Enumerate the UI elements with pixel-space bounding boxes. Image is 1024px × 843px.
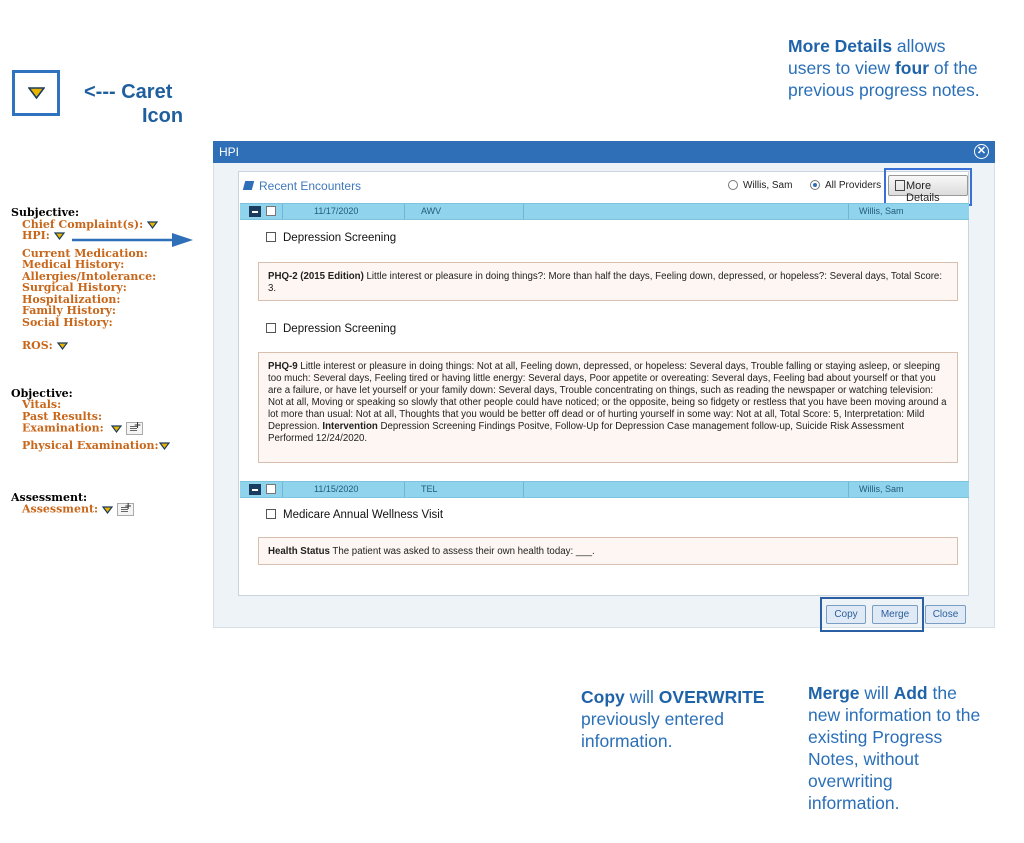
note-title: Medicare Annual Wellness Visit — [283, 509, 444, 521]
copy-callout-text2: previously entered information. — [581, 709, 724, 751]
row-divider — [282, 204, 283, 219]
sidebar-item-physical-examination[interactable]: Physical Examination: — [11, 440, 201, 452]
radio-all-label: All Providers — [825, 180, 882, 191]
ros-label: ROS: — [22, 339, 53, 352]
assessment-heading: Assessment: — [11, 490, 88, 504]
row-divider — [848, 482, 849, 497]
note-label: PHQ-2 (2015 Edition) — [268, 271, 364, 282]
encounter-checkbox[interactable] — [266, 206, 276, 216]
assessment-label: Assessment: — [22, 502, 99, 516]
encounter-checkbox[interactable] — [266, 484, 276, 494]
sidebar-item-examination[interactable]: Examination: — [11, 421, 201, 435]
collapse-icon[interactable] — [249, 484, 261, 495]
note-title: Depression Screening — [283, 232, 397, 244]
radio-button[interactable] — [728, 180, 738, 190]
copy-callout: Copy will OVERWRITE previously entered i… — [581, 686, 781, 752]
note-content-phq2: PHQ-2 (2015 Edition) Little interest or … — [258, 262, 958, 301]
caret-down-icon[interactable] — [111, 424, 123, 433]
sidebar-item-vitals[interactable]: Vitals: — [11, 399, 201, 411]
section-marker-icon — [242, 181, 255, 190]
more-details-button[interactable]: More Details — [888, 175, 968, 204]
caret-down-icon[interactable] — [158, 442, 170, 450]
checkbox[interactable] — [266, 323, 276, 333]
more-details-callout-strong2: four — [894, 58, 930, 78]
more-details-callout: More Details allows users to view four o… — [788, 35, 988, 101]
note-title: Depression Screening — [283, 323, 397, 335]
note-checkbox-depression-2[interactable]: Depression Screening — [266, 323, 396, 335]
sidebar-item-family-history[interactable]: Family History: — [11, 305, 201, 317]
hpi-label: HPI: — [22, 229, 50, 242]
sidebar-item-social-history[interactable]: Social History: — [11, 316, 201, 329]
note-checkbox-wellness[interactable]: Medicare Annual Wellness Visit — [266, 509, 443, 521]
caret-down-icon[interactable] — [101, 505, 113, 514]
row-divider — [282, 482, 283, 497]
close-icon[interactable]: ✕ — [974, 144, 989, 159]
checkbox[interactable] — [266, 232, 276, 242]
sidebar-item-ros[interactable]: ROS: — [11, 340, 201, 352]
caret-icon-example — [12, 70, 60, 116]
row-divider — [523, 204, 524, 219]
merge-callout-text1: will — [859, 683, 894, 703]
note-content-health-status: Health Status The patient was asked to a… — [258, 537, 958, 565]
caret-down-icon[interactable] — [56, 342, 68, 350]
note-content-phq9: PHQ-9 Little interest or pleasure in doi… — [258, 352, 958, 463]
encounter-row[interactable]: 11/17/2020 AWV Willis, Sam — [240, 203, 969, 220]
sidebar: Subjective: Chief Complaint(s): HPI: Cur… — [11, 207, 201, 516]
merge-callout-strong2: Add — [893, 683, 928, 703]
examination-label: Examination: — [22, 421, 104, 435]
merge-callout: Merge will Add the new information to th… — [808, 682, 984, 814]
close-button[interactable]: Close — [925, 605, 966, 624]
copy-callout-text1: will — [624, 687, 659, 707]
sidebar-item-medical-history[interactable]: Medical History: — [11, 259, 201, 271]
radio-willis[interactable]: Willis, Sam — [728, 180, 792, 191]
encounter-type: AWV — [421, 206, 442, 216]
encounter-provider: Willis, Sam — [859, 484, 904, 494]
checkbox[interactable] — [266, 509, 276, 519]
arrow-right-icon — [72, 233, 193, 247]
note-text: The patient was asked to assess their ow… — [329, 546, 595, 557]
sidebar-item-past-results[interactable]: Past Results: — [11, 410, 201, 423]
copy-callout-strong2: OVERWRITE — [658, 687, 765, 707]
note-label-2: Intervention — [322, 421, 378, 432]
notes-add-icon[interactable] — [116, 502, 134, 516]
row-divider — [404, 482, 405, 497]
recent-encounters-label: Recent Encounters — [259, 179, 362, 193]
radio-all-providers[interactable]: All Providers — [810, 180, 881, 191]
encounter-date: 11/17/2020 — [314, 206, 359, 216]
encounter-type: TEL — [421, 484, 438, 494]
caret-callout: <--- Caret Icon — [84, 80, 194, 128]
collapse-icon[interactable] — [249, 206, 261, 217]
note-checkbox-depression-1[interactable]: Depression Screening — [266, 232, 396, 244]
encounter-provider: Willis, Sam — [859, 206, 904, 216]
radio-willis-label: Willis, Sam — [743, 180, 793, 191]
caret-callout-line1: <--- Caret — [84, 81, 173, 103]
clipboard-icon — [895, 180, 905, 191]
caret-down-icon[interactable] — [53, 232, 65, 240]
physical-examination-label: Physical Examination: — [22, 439, 159, 452]
note-label: Health Status — [268, 546, 330, 557]
row-divider — [523, 482, 524, 497]
dialog-title-bar: HPI ✕ — [213, 141, 995, 163]
note-label: PHQ-9 — [268, 361, 298, 372]
copy-button[interactable]: Copy — [826, 605, 866, 624]
more-details-button-label: More Details — [906, 180, 940, 204]
recent-encounters-heading: Recent Encounters — [242, 179, 362, 193]
caret-down-icon — [28, 87, 45, 99]
merge-button[interactable]: Merge — [872, 605, 918, 624]
encounter-date: 11/15/2020 — [314, 484, 359, 494]
more-details-callout-strong1: More Details — [788, 36, 893, 56]
row-divider — [848, 204, 849, 219]
caret-down-icon[interactable] — [146, 220, 158, 229]
radio-button-selected[interactable] — [810, 180, 820, 190]
row-divider — [404, 204, 405, 219]
dialog-title: HPI — [219, 145, 240, 159]
note-text: Little interest or pleasure in doing thi… — [268, 271, 943, 294]
copy-callout-strong1: Copy — [581, 687, 625, 707]
merge-callout-strong1: Merge — [808, 683, 860, 703]
notes-add-icon[interactable] — [126, 421, 144, 435]
sidebar-item-assessment[interactable]: Assessment: — [11, 502, 201, 516]
caret-callout-line2: Icon — [142, 105, 184, 127]
sidebar-item-surgical-history[interactable]: Surgical History: — [11, 282, 201, 294]
encounter-row[interactable]: 11/15/2020 TEL Willis, Sam — [240, 481, 969, 498]
